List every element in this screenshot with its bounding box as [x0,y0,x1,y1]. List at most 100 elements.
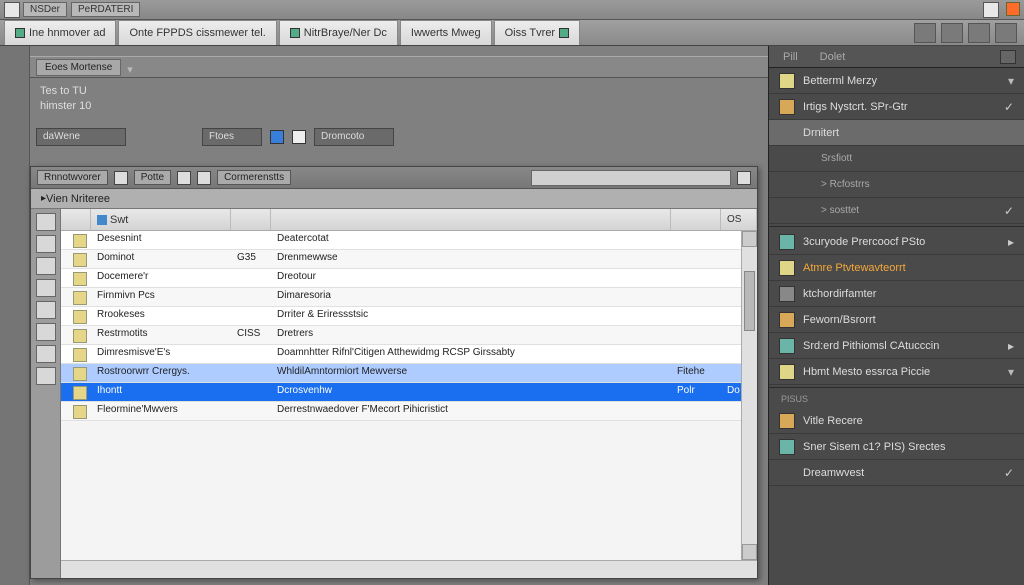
col-type[interactable] [671,209,721,230]
panel-tool-button[interactable] [968,23,990,43]
filter-icon[interactable] [270,130,284,144]
toolbar-icon[interactable] [177,171,191,185]
folder-icon [73,234,87,248]
panel-item[interactable]: Sner Sisem c1? PIS) Srectes [769,434,1024,460]
panel-item-label: Feworn/Bsrorrt [803,314,876,326]
toolbar-tab[interactable]: Rnnotwvorer [37,170,108,185]
table-row[interactable]: Rostroorwrr Crergys.WhldilAmntormiort Me… [61,364,757,383]
side-icon[interactable] [36,367,56,385]
panel-tab[interactable]: Pill [777,49,804,65]
scroll-down-icon[interactable] [742,544,757,560]
filter-field[interactable]: Ftoes [202,128,262,146]
scroll-up-icon[interactable] [742,231,757,247]
toolbar-tab[interactable]: Potte [134,170,171,185]
doc-tab[interactable]: Ine hnmover ad [4,20,116,45]
side-icon[interactable] [36,345,56,363]
panel-item[interactable]: > Rcfostrrs [769,172,1024,198]
file-type [671,250,721,268]
info-block: Tes to TU himster 10 [30,78,768,121]
filter-field[interactable]: daWene [36,128,126,146]
view-tool-button[interactable] [941,23,963,43]
side-icon[interactable] [36,301,56,319]
folder-icon [73,291,87,305]
col-size[interactable] [231,209,271,230]
table-row[interactable]: RestrmotitsCISSDretrers [61,326,757,345]
col-icon[interactable] [61,209,91,230]
scroll-thumb[interactable] [744,271,755,331]
side-icon[interactable] [36,235,56,253]
file-type [671,231,721,249]
vertical-scrollbar[interactable] [741,231,757,560]
file-name: Fleormine'Mwvers [91,402,231,420]
folder-icon [73,272,87,286]
panel-item-label: Srd:erd Pithiomsl CAtucccin [803,340,939,352]
layout-tool-button[interactable] [914,23,936,43]
min-icon[interactable] [983,2,999,18]
panel-item[interactable]: Irtigs Nystcrt. SPr-Gtr [769,94,1024,120]
panel-item[interactable]: Hbmt Mesto essrca Piccie [769,359,1024,385]
toolbar-tab[interactable]: Cormerenstts [217,170,291,185]
panel-item-label: Irtigs Nystcrt. SPr-Gtr [803,101,908,113]
panel-item[interactable]: Srsfiott [769,146,1024,172]
col-desc[interactable] [271,209,671,230]
panel-item[interactable]: 3curyode Prercoocf PSto [769,229,1024,255]
panel-item[interactable]: Vitle Recere [769,408,1024,434]
grid-icon [779,286,795,302]
breadcrumb[interactable]: ▸ Vien Nriteree [31,189,757,209]
table-row[interactable]: RrookesesDrriter & Eriressstsic [61,307,757,326]
secondary-tab[interactable]: Eoes Mortense [36,59,121,76]
rt-icon [1008,235,1014,249]
panel-list: Betterml Merzy Irtigs Nystcrt. SPr-Gtr Drn… [769,68,1024,585]
table-row[interactable]: Dimresmisve'E'sDoamnhtter Rifnl'Citigen … [61,345,757,364]
panel-item[interactable]: > sosttet [769,198,1024,224]
doc-tab-label: Iwwerts Mweg [411,27,481,39]
doc-tab[interactable]: Oiss Tvrer [494,20,581,45]
address-field[interactable] [531,170,731,186]
close-icon[interactable] [1006,2,1020,16]
toolbar-icon[interactable] [197,171,211,185]
table-row[interactable]: Docemere'rDreotour [61,269,757,288]
panel-tab[interactable]: Dolet [814,49,852,65]
panel-item-label: > sosttet [803,205,859,216]
doc-tab[interactable]: Iwwerts Mweg [400,20,492,45]
panel-header: Pill Dolet [769,46,1024,68]
panel-item[interactable]: Srd:erd Pithiomsl CAtucccin [769,333,1024,359]
file-size [231,307,271,325]
side-icon[interactable] [36,213,56,231]
table-row[interactable]: Firnmivn PcsDimaresoria [61,288,757,307]
filter-field[interactable]: Dromcoto [314,128,394,146]
side-icon[interactable] [36,323,56,341]
panel-item[interactable]: Drnitert [769,120,1024,146]
panel-item-label: Hbmt Mesto essrca Piccie [803,366,930,378]
panel-menu-icon[interactable] [1000,50,1016,64]
doc-icon [559,28,569,38]
table-row[interactable]: DesesnintDeatercotat [61,231,757,250]
doc-tab[interactable]: NitrBraye/Ner Dc [279,20,398,45]
horizontal-scrollbar[interactable] [61,560,757,578]
folder-icon [73,367,87,381]
side-icon[interactable] [36,279,56,297]
panel-item[interactable]: Atmre Ptvtewavteorrt [769,255,1024,281]
table-row[interactable]: IhonttDcrosvenhwPolrDo [61,383,757,402]
panel-item-label: Dreamwvest [803,467,864,479]
doc-tab[interactable]: Onte FPPDS cissmewer tel. [118,20,276,45]
col-os[interactable]: OS [721,209,757,230]
table-row[interactable]: DominotG35Drenmewwse [61,250,757,269]
panel-item[interactable]: Dreamwvest [769,460,1024,486]
expand-icon[interactable] [127,63,135,71]
toolbar-icon[interactable] [114,171,128,185]
panel-section-label: Pisus [769,390,1024,408]
panel-item-label: Srsfiott [803,153,852,164]
file-browser-sidebar [31,209,61,578]
panel-item[interactable]: Feworn/Bsrorrt [769,307,1024,333]
menu-tool-button[interactable] [995,23,1017,43]
col-name[interactable]: Swt [91,209,231,230]
table-row[interactable]: Fleormine'MwversDerrestnwaedover F'Mecor… [61,402,757,421]
go-icon[interactable] [737,171,751,185]
filter-icon[interactable] [292,130,306,144]
check-icon [1004,100,1014,114]
side-icon[interactable] [36,257,56,275]
panel-item[interactable]: Betterml Merzy [769,68,1024,94]
panel-item[interactable]: ktchordirfamter [769,281,1024,307]
panel-item-label: ktchordirfamter [803,288,876,300]
